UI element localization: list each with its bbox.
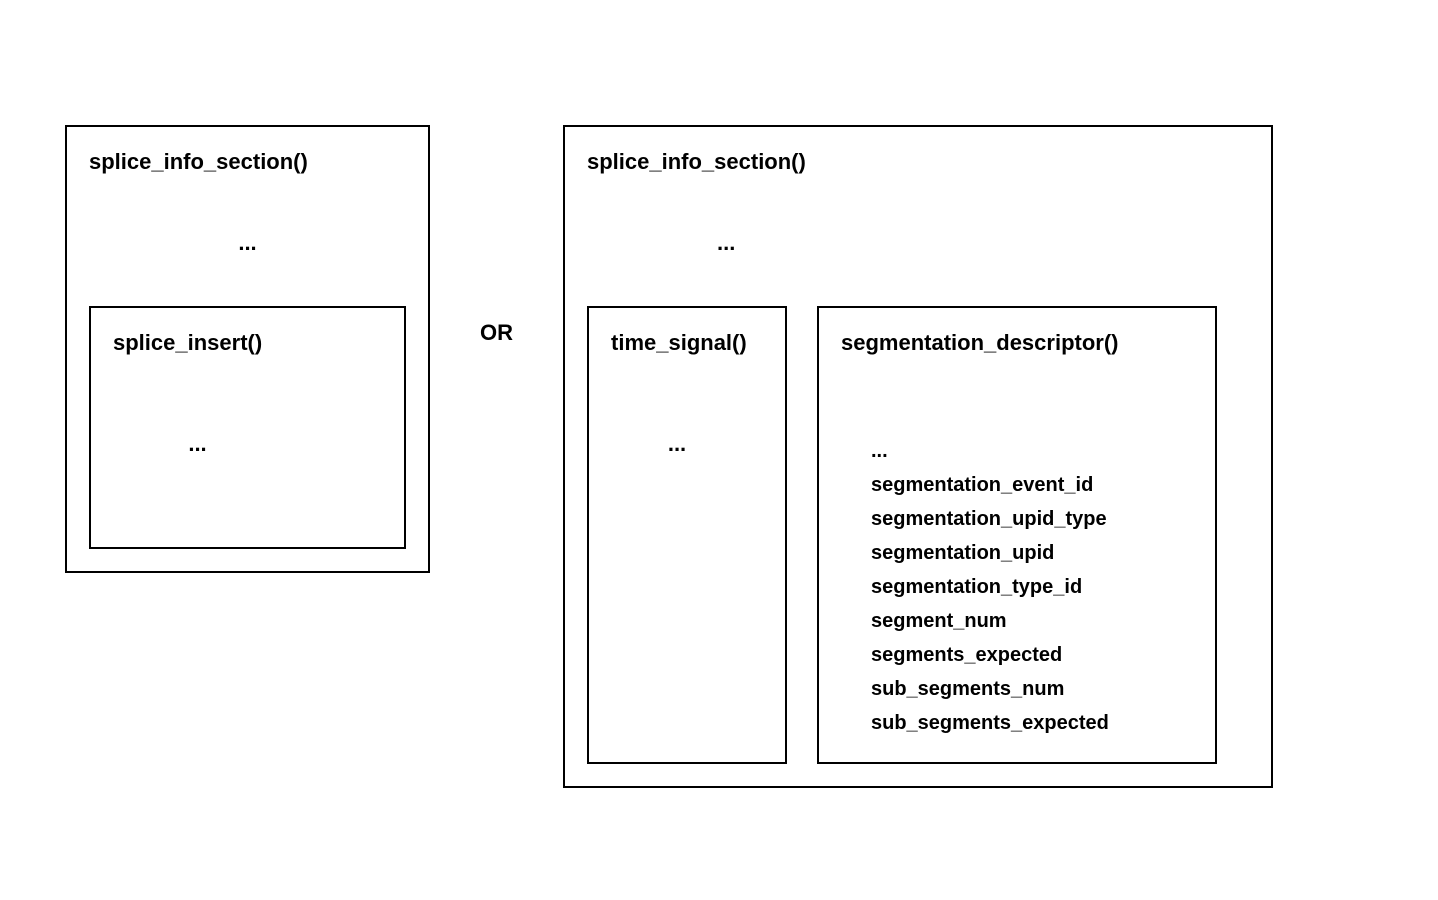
field-segmentation-event-id: segmentation_event_id [871, 468, 1193, 502]
left-splice-info-section-box: splice_info_section() ... splice_insert(… [65, 125, 430, 573]
field-sub-segments-expected: sub_segments_expected [871, 706, 1193, 740]
splice-insert-title: splice_insert() [113, 330, 382, 356]
right-section-title: splice_info_section() [587, 149, 1249, 175]
splice-insert-ellipsis: ... [113, 376, 382, 457]
right-section-ellipsis: ... [587, 195, 1249, 306]
segmentation-descriptor-title: segmentation_descriptor() [841, 330, 1193, 356]
field-segmentation-upid-type: segmentation_upid_type [871, 502, 1193, 536]
left-section-title: splice_info_section() [89, 149, 406, 175]
time-signal-title: time_signal() [611, 330, 763, 356]
segmentation-descriptor-fields: ... segmentation_event_id segmentation_u… [841, 376, 1193, 740]
field-segments-expected: segments_expected [871, 638, 1193, 672]
diagram-container: splice_info_section() ... splice_insert(… [65, 125, 1273, 788]
or-separator: OR [430, 320, 563, 346]
field-segment-num: segment_num [871, 604, 1193, 638]
right-inner-row: time_signal() ... segmentation_descripto… [587, 306, 1249, 764]
time-signal-ellipsis: ... [611, 376, 763, 457]
field-segmentation-type-id: segmentation_type_id [871, 570, 1193, 604]
splice-insert-box: splice_insert() ... [89, 306, 406, 549]
field-ellipsis: ... [871, 434, 1193, 468]
left-section-ellipsis: ... [89, 195, 406, 306]
field-segmentation-upid: segmentation_upid [871, 536, 1193, 570]
field-sub-segments-num: sub_segments_num [871, 672, 1193, 706]
time-signal-box: time_signal() ... [587, 306, 787, 764]
segmentation-descriptor-box: segmentation_descriptor() ... segmentati… [817, 306, 1217, 764]
right-splice-info-section-box: splice_info_section() ... time_signal() … [563, 125, 1273, 788]
